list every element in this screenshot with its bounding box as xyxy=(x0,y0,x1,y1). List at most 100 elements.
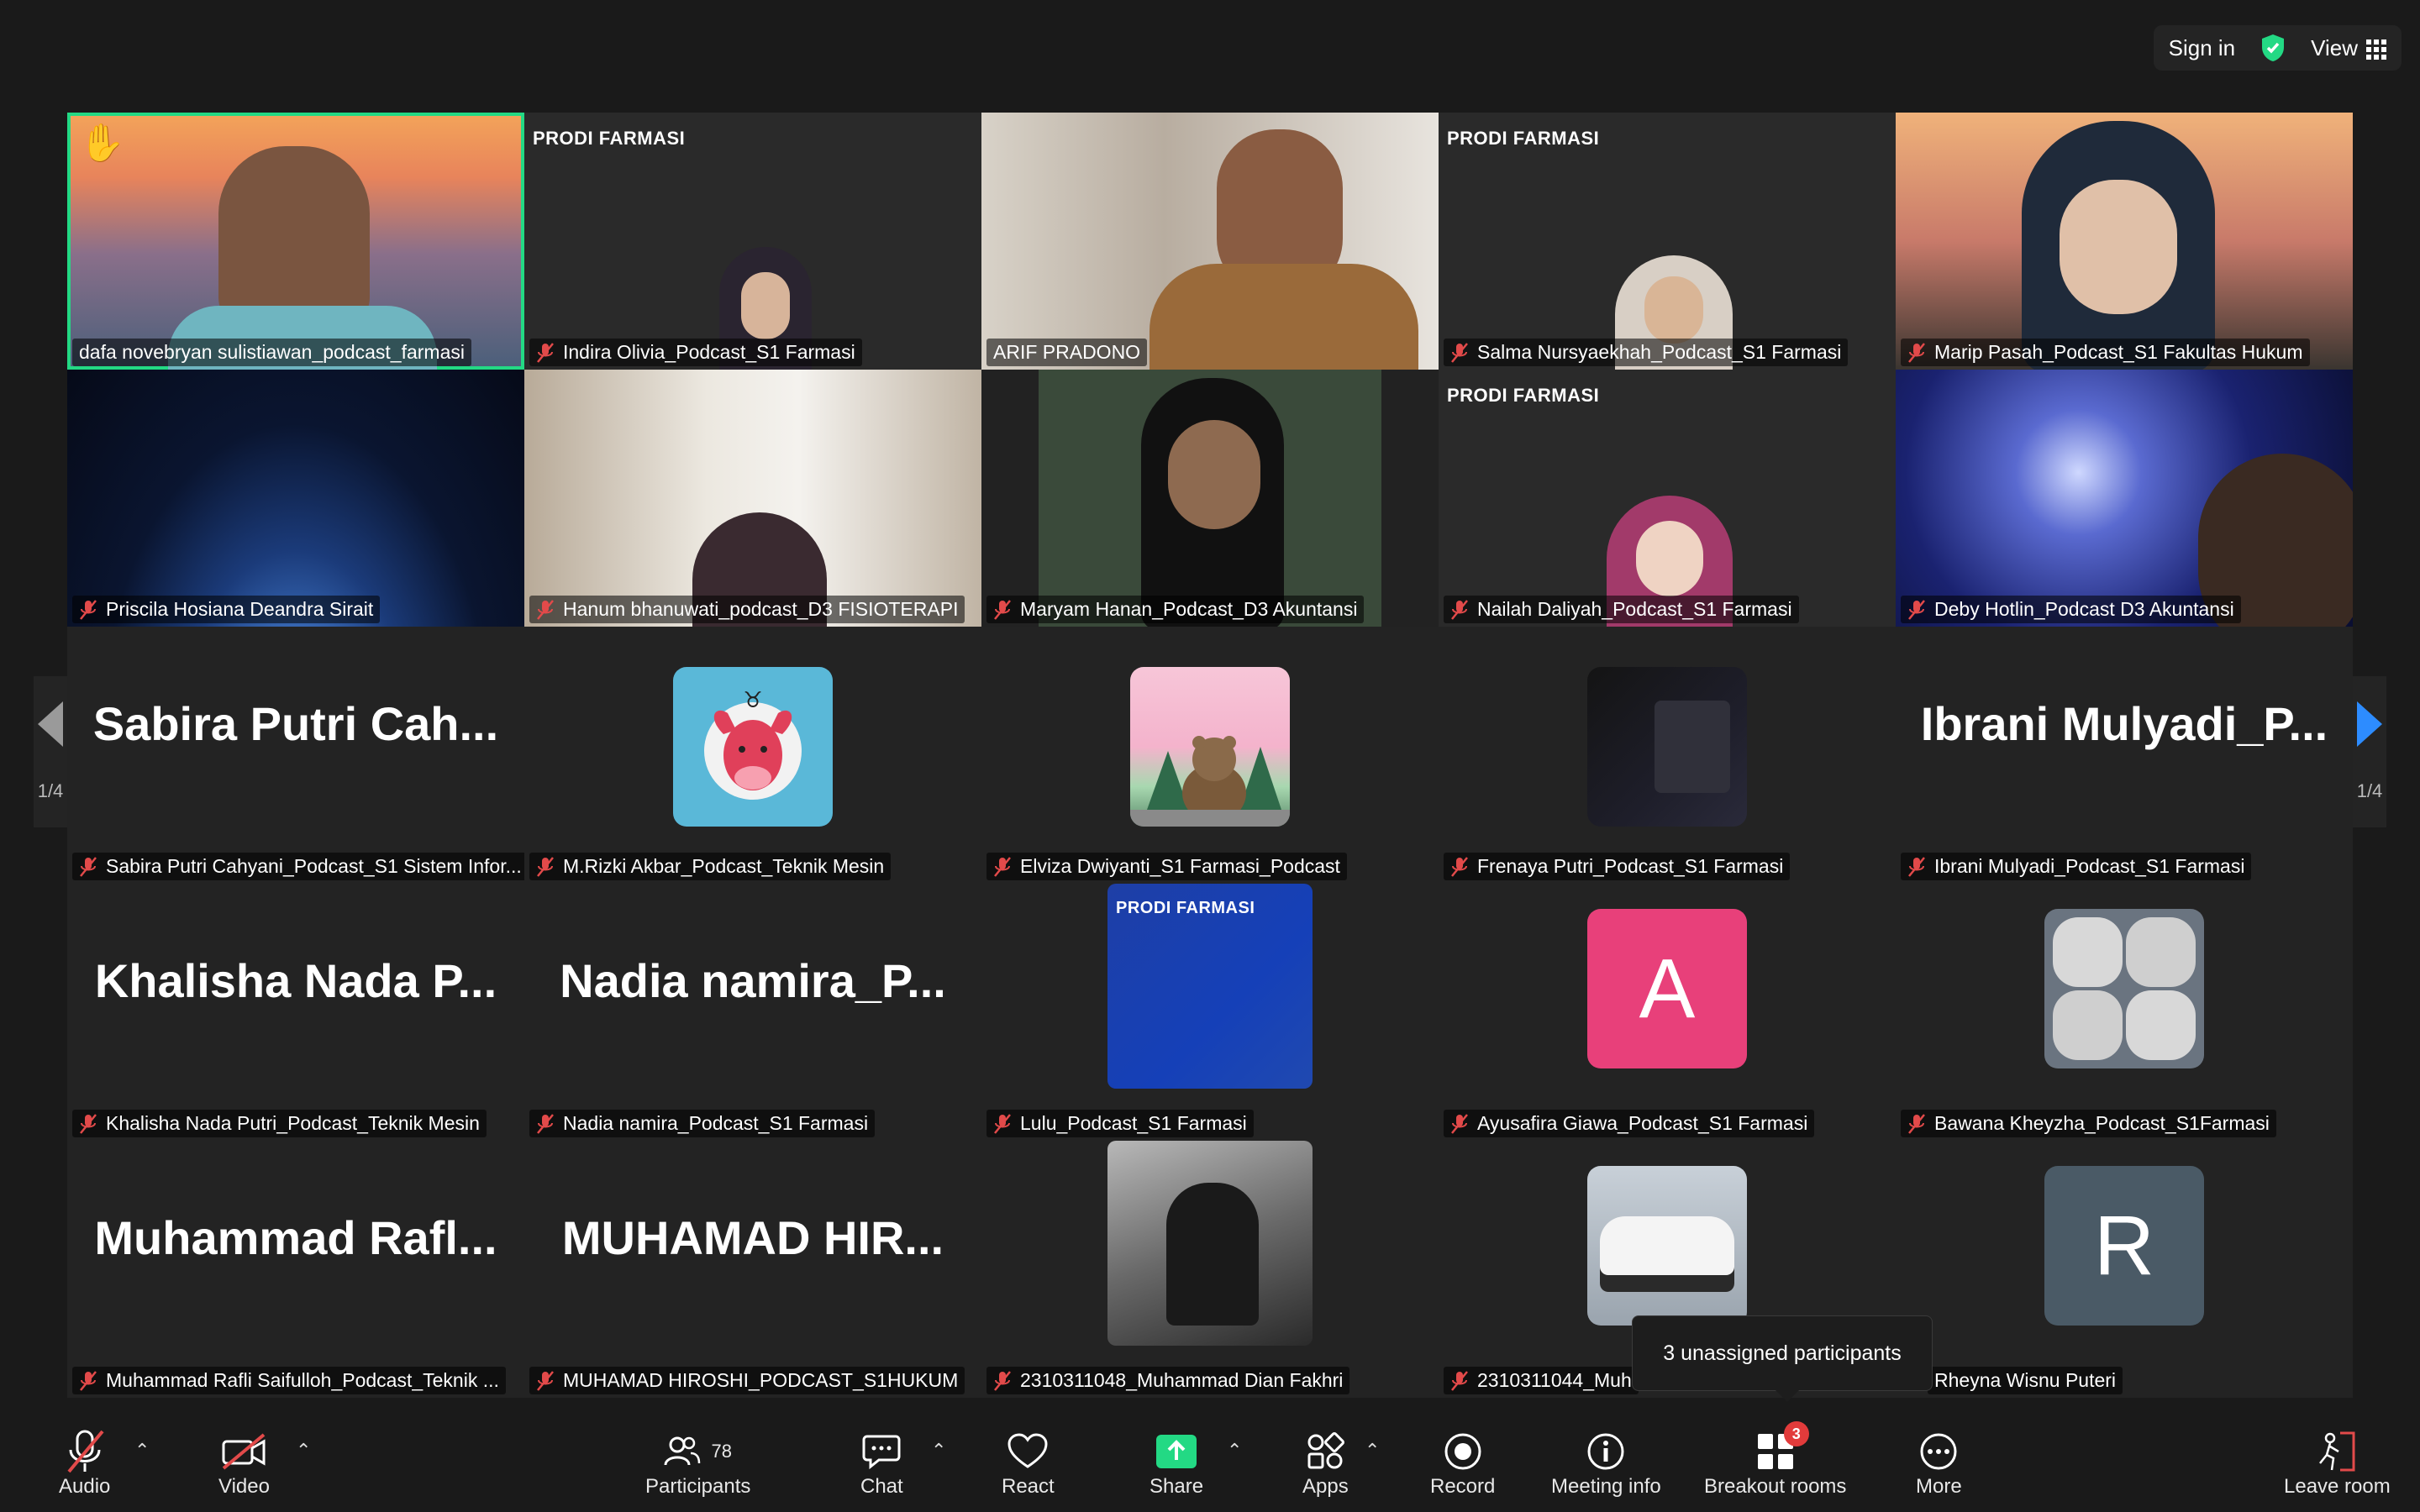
name-text: Bawana Kheyzha_Podcast_S1Farmasi xyxy=(1934,1112,2270,1134)
participant-tile[interactable]: PRODI FARMASI Salma Nursyaekhah_Podcast_… xyxy=(1439,113,1896,370)
audio-button[interactable]: Audio xyxy=(59,1428,110,1499)
mic-muted-icon xyxy=(537,342,554,363)
mic-muted-icon xyxy=(994,599,1011,620)
participant-tile[interactable]: ARIF PRADONO xyxy=(981,113,1439,370)
share-button[interactable]: Share xyxy=(1150,1428,1203,1499)
participant-name: Nadia namira_Podcast_S1 Farmasi xyxy=(529,1110,876,1137)
participants-count: 78 xyxy=(711,1441,732,1462)
participant-display-name: Nadia namira_P... xyxy=(560,953,946,1007)
video-gallery: ✋ dafa novebryan sulistiawan_podcast_far… xyxy=(67,113,2353,1398)
name-text: Salma Nursyaekhah_Podcast_S1 Farmasi xyxy=(1477,341,1842,363)
participant-tile[interactable]: Sabira Putri Cah... Sabira Putri Cahyani… xyxy=(67,627,524,884)
view-label: View xyxy=(2311,34,2358,60)
photo-collage-image xyxy=(2053,917,2196,1060)
video-options-caret[interactable]: ⌃ xyxy=(296,1440,311,1462)
react-button[interactable]: React xyxy=(1002,1428,1055,1499)
participant-name: ARIF PRADONO xyxy=(986,339,1148,366)
name-text: Hanum bhanuwati_podcast_D3 FISIOTERAPI xyxy=(563,598,959,620)
more-button[interactable]: More xyxy=(1916,1428,1962,1499)
more-icon xyxy=(1920,1433,1957,1470)
video-button[interactable]: Video xyxy=(218,1428,270,1499)
participant-name: Hanum bhanuwati_podcast_D3 FISIOTERAPI xyxy=(529,596,965,623)
participant-tile[interactable]: Khalisha Nada P... Khalisha Nada Putri_P… xyxy=(67,884,524,1141)
bear-avatar-icon xyxy=(1130,736,1290,827)
participant-tile[interactable]: Priscila Hosiana Deandra Sirait xyxy=(67,370,524,627)
participant-tile[interactable]: Hanum bhanuwati_podcast_D3 FISIOTERAPI xyxy=(524,370,981,627)
mic-muted-icon xyxy=(80,1113,97,1134)
participant-tile[interactable]: MUHAMAD HIR... MUHAMAD HIROSHI_PODCAST_S… xyxy=(524,1141,981,1398)
breakout-rooms-label: Breakout rooms xyxy=(1704,1475,1847,1498)
participant-tile[interactable]: ✋ dafa novebryan sulistiawan_podcast_far… xyxy=(67,113,524,370)
prodi-title: PRODI FARMASI xyxy=(1447,128,1600,149)
participant-tile[interactable]: PRODI FARMASI Indira Olivia_Podcast_S1 F… xyxy=(524,113,981,370)
audio-options-caret[interactable]: ⌃ xyxy=(134,1440,150,1462)
mic-muted-icon xyxy=(1451,856,1468,877)
participant-display-name: Khalisha Nada P... xyxy=(94,953,497,1007)
chat-button[interactable]: Chat xyxy=(860,1428,903,1499)
mic-muted-icon xyxy=(537,856,554,877)
share-label: Share xyxy=(1150,1475,1204,1498)
participant-tile[interactable]: 2310311048_Muhammad Dian Fakhri xyxy=(981,1141,1439,1398)
person-photo-image xyxy=(1166,1183,1259,1326)
leave-room-button[interactable]: Leave room xyxy=(2284,1428,2391,1499)
participant-tile[interactable]: Nadia namira_P... Nadia namira_Podcast_S… xyxy=(524,884,981,1141)
participant-tile[interactable]: Marip Pasah_Podcast_S1 Fakultas Hukum xyxy=(1896,113,2353,370)
breakout-rooms-button[interactable]: 3 Breakout rooms xyxy=(1704,1421,1847,1499)
name-text: Nadia namira_Podcast_S1 Farmasi xyxy=(563,1112,869,1134)
participant-name: Priscila Hosiana Deandra Sirait xyxy=(72,596,381,623)
name-text: 2310311044_Muh xyxy=(1477,1369,1632,1391)
participant-tile[interactable]: Ibrani Mulyadi_P... Ibrani Mulyadi_Podca… xyxy=(1896,627,2353,884)
chat-options-caret[interactable]: ⌃ xyxy=(931,1440,946,1462)
avatar: ♉ xyxy=(673,667,833,827)
chat-icon xyxy=(862,1435,901,1470)
participant-tile[interactable]: Bawana Kheyzha_Podcast_S1Farmasi xyxy=(1896,884,2353,1141)
prev-page-button[interactable]: 1/4 xyxy=(34,676,67,827)
next-page-button[interactable]: 1/4 xyxy=(2353,676,2386,827)
name-text: Khalisha Nada Putri_Podcast_Teknik Mesin xyxy=(106,1112,480,1134)
mic-muted-icon xyxy=(67,1430,104,1473)
mic-muted-icon xyxy=(1908,599,1925,620)
participant-tile[interactable]: Frenaya Putri_Podcast_S1 Farmasi xyxy=(1439,627,1896,884)
participant-tile[interactable]: PRODI FARMASI Lulu_Podcast_S1 Farmasi xyxy=(981,884,1439,1141)
participant-tile[interactable]: Muhammad Rafl... Muhammad Rafli Saifullo… xyxy=(67,1141,524,1398)
apps-options-caret[interactable]: ⌃ xyxy=(1365,1440,1380,1462)
participant-tile[interactable]: Maryam Hanan_Podcast_D3 Akuntansi xyxy=(981,370,1439,627)
name-text: ARIF PRADONO xyxy=(993,341,1141,363)
participant-name: 2310311048_Muhammad Dian Fakhri xyxy=(986,1367,1350,1394)
avatar xyxy=(1587,1166,1747,1326)
name-text: Deby Hotlin_Podcast D3 Akuntansi xyxy=(1934,598,2234,620)
sign-in-button[interactable]: Sign in xyxy=(2169,35,2236,61)
shield-check-icon[interactable] xyxy=(2260,34,2286,62)
name-text: Rheyna Wisnu Puteri xyxy=(1934,1369,2117,1391)
svg-text:♉: ♉ xyxy=(743,688,762,713)
participant-tile[interactable]: R Rheyna Wisnu Puteri xyxy=(1896,1141,2353,1398)
name-text: Ibrani Mulyadi_Podcast_S1 Farmasi xyxy=(1934,855,2245,877)
participant-tile[interactable]: Deby Hotlin_Podcast D3 Akuntansi xyxy=(1896,370,2353,627)
name-text: Indira Olivia_Podcast_S1 Farmasi xyxy=(563,341,855,363)
participants-button[interactable]: 78 Participants xyxy=(645,1428,750,1499)
avatar: R xyxy=(2044,1166,2204,1326)
view-button[interactable]: View xyxy=(2311,35,2386,61)
participant-tile[interactable]: Elviza Dwiyanti_S1 Farmasi_Podcast xyxy=(981,627,1439,884)
apps-icon xyxy=(1307,1432,1345,1469)
top-bar: Sign in View xyxy=(0,0,2420,101)
video-feed-face xyxy=(1644,276,1703,344)
participants-icon xyxy=(664,1436,701,1466)
name-text: Frenaya Putri_Podcast_S1 Farmasi xyxy=(1477,855,1784,877)
participant-name: Bawana Kheyzha_Podcast_S1Farmasi xyxy=(1901,1110,2276,1137)
video-feed-face xyxy=(1168,420,1260,529)
name-text: Ayusafira Giawa_Podcast_S1 Farmasi xyxy=(1477,1112,1808,1134)
meeting-info-button[interactable]: Meeting info xyxy=(1551,1428,1661,1499)
participant-tile[interactable]: PRODI FARMASI Nailah Daliyah_Podcast_S1 … xyxy=(1439,370,1896,627)
chevron-right-icon xyxy=(2357,701,2382,747)
meeting-toolbar: Audio ⌃ Video ⌃ 78 Participants Chat ⌃ R… xyxy=(0,1413,2420,1512)
participant-tile[interactable]: ♉ M.Rizki Akbar_Podcast_Teknik Mesin xyxy=(524,627,981,884)
participant-tile[interactable]: A Ayusafira Giawa_Podcast_S1 Farmasi xyxy=(1439,884,1896,1141)
share-options-caret[interactable]: ⌃ xyxy=(1227,1440,1242,1462)
breakout-tooltip: 3 unassigned participants xyxy=(1632,1315,1933,1402)
breakout-badge: 3 xyxy=(1783,1421,1809,1446)
name-text: 2310311048_Muhammad Dian Fakhri xyxy=(1020,1369,1344,1391)
record-button[interactable]: Record xyxy=(1430,1428,1495,1499)
apps-button[interactable]: Apps xyxy=(1302,1428,1349,1499)
name-text: Sabira Putri Cahyani_Podcast_S1 Sistem I… xyxy=(106,855,522,877)
